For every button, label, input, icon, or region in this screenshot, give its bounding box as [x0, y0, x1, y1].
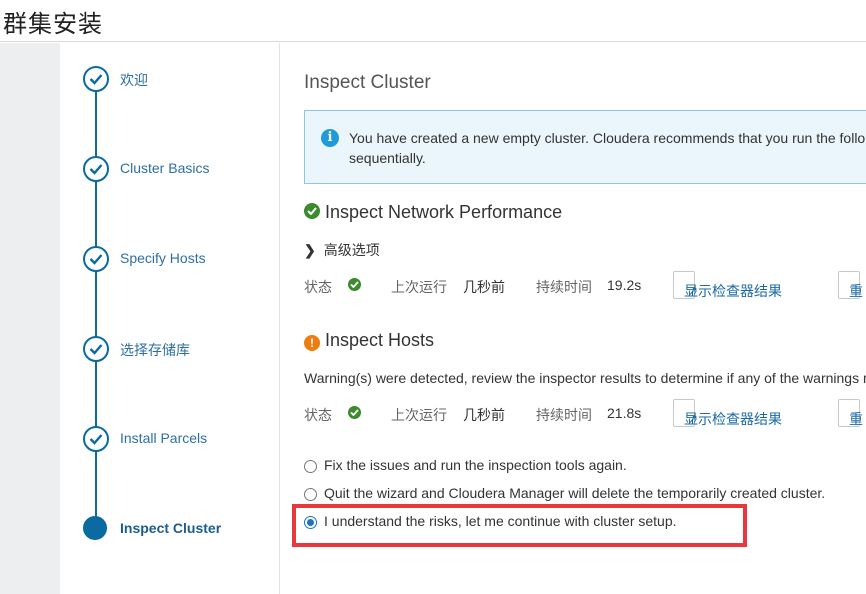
status-ok-icon: [348, 278, 361, 291]
rerun-hosts-button[interactable]: 重: [838, 399, 863, 427]
page-title: 群集安装: [3, 11, 103, 38]
info-text: You have created a new empty cluster. Cl…: [349, 128, 866, 168]
status-ok-icon: [348, 406, 361, 419]
external-link-icon: ↗: [688, 412, 699, 426]
info-icon: i: [321, 129, 339, 147]
rerun-network-button[interactable]: 重: [838, 271, 863, 299]
step-specify-hosts[interactable]: Specify Hosts: [83, 246, 273, 272]
red-highlight-annotation: [292, 504, 747, 547]
check-circle-icon: [304, 203, 320, 219]
duration-label: 持续时间: [536, 279, 592, 295]
last-run-label: 上次运行: [391, 279, 447, 295]
step-label: Inspect Cluster: [120, 520, 222, 536]
advanced-options-toggle[interactable]: ❯ 高级选项: [304, 240, 380, 260]
duration-value: 21.8s: [607, 405, 642, 421]
step-label: Cluster Basics: [120, 160, 210, 176]
external-link-icon: ↗: [688, 284, 699, 298]
last-run-value: 几秒前: [463, 279, 505, 295]
step-label: 选择存储库: [120, 342, 190, 358]
hosts-status-row: 状态 上次运行 几秒前 持续时间 21.8s 显示检查器结果 ↗ 重: [304, 399, 866, 427]
duration-label: 持续时间: [536, 407, 592, 423]
button-label: 显示检查器结果: [684, 283, 782, 299]
info-line-1: You have created a new empty cluster. Cl…: [349, 130, 866, 146]
network-section-title: Inspect Network Performance: [304, 202, 562, 223]
show-hosts-results-button[interactable]: 显示检查器结果 ↗: [673, 399, 782, 427]
section-heading: Inspect Cluster: [304, 72, 431, 93]
info-alert: i You have created a new empty cluster. …: [304, 110, 866, 184]
check-icon: [83, 156, 109, 182]
radio-label: Quit the wizard and Cloudera Manager wil…: [324, 485, 826, 501]
radio-label: Fix the issues and run the inspection to…: [324, 457, 627, 473]
radio-button[interactable]: [304, 460, 317, 473]
step-select-repository[interactable]: 选择存储库: [83, 336, 273, 362]
hosts-section-title: ! Inspect Hosts: [304, 330, 434, 351]
current-step-dot-icon: [83, 516, 107, 540]
check-icon: [83, 336, 109, 362]
show-network-results-button[interactable]: 显示检查器结果 ↗: [673, 271, 782, 299]
hosts-warning-text: Warning(s) were detected, review the ins…: [304, 370, 866, 386]
step-label: 欢迎: [120, 72, 148, 88]
page-header: 群集安装: [0, 0, 866, 42]
last-run-label: 上次运行: [391, 407, 447, 423]
chevron-right-icon: ❯: [304, 242, 316, 258]
advanced-options-label: 高级选项: [323, 242, 380, 258]
check-icon: [83, 426, 109, 452]
check-icon: [83, 66, 109, 92]
step-label: Install Parcels: [120, 430, 208, 446]
step-cluster-basics[interactable]: Cluster Basics: [83, 156, 273, 182]
wizard-steps-panel: 欢迎 Cluster Basics Specify Hosts 选择存储库 In…: [60, 43, 280, 594]
info-line-2: sequentially.: [349, 150, 426, 166]
step-label: Specify Hosts: [120, 250, 206, 266]
network-title-text: Inspect Network Performance: [325, 202, 563, 222]
step-install-parcels[interactable]: Install Parcels: [83, 426, 273, 452]
radio-button[interactable]: [304, 488, 317, 501]
last-run-value: 几秒前: [463, 407, 505, 423]
step-welcome[interactable]: 欢迎: [83, 66, 273, 92]
duration-value: 19.2s: [607, 277, 642, 293]
step-inspect-cluster[interactable]: Inspect Cluster: [83, 516, 273, 542]
button-label: 显示检查器结果: [684, 411, 782, 427]
button-label: 重: [849, 283, 863, 299]
check-icon: [83, 246, 109, 272]
steps-progress-line: [95, 78, 97, 528]
network-status-row: 状态 上次运行 几秒前 持续时间 19.2s 显示检查器结果 ↗ 重: [304, 271, 866, 299]
button-label: 重: [849, 411, 863, 427]
left-gutter: [0, 43, 60, 594]
hosts-title-text: Inspect Hosts: [325, 330, 435, 350]
status-label: 状态: [304, 279, 332, 295]
status-label: 状态: [304, 407, 332, 423]
warning-icon: !: [304, 335, 320, 351]
